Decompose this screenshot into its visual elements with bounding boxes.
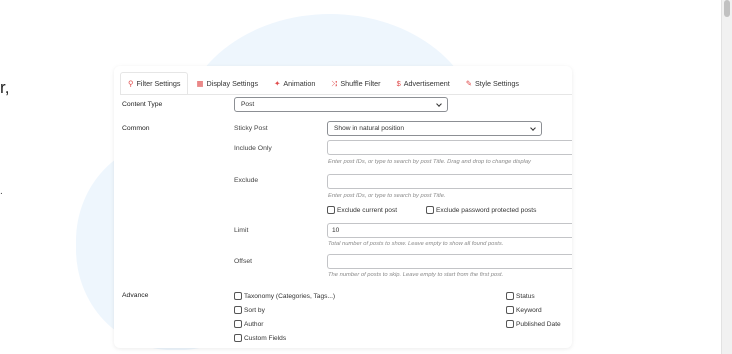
status-checkbox[interactable]: Status — [506, 292, 535, 300]
checkbox-label: Status — [516, 292, 535, 300]
checkbox-label: Author — [244, 320, 264, 328]
settings-panel: ⚲ Filter Settings ▦ Display Settings ✦ A… — [114, 66, 572, 348]
checkbox-label: Custom Fields — [244, 334, 287, 342]
exclude-label: Exclude — [234, 177, 259, 184]
clipped-heading-text: r, — [0, 78, 10, 97]
dollar-icon: $ — [396, 78, 401, 88]
tab-advertisement[interactable]: $ Advertisement — [389, 72, 458, 94]
tab-shuffle-filter[interactable]: ⤨ Shuffle Filter — [323, 72, 388, 94]
checkbox-label: Exclude current post — [337, 206, 398, 214]
content-type-value: Post — [241, 101, 255, 108]
checkbox-box[interactable] — [234, 292, 242, 300]
checkbox-box[interactable] — [506, 306, 514, 314]
sparkle-icon: ✦ — [274, 78, 281, 88]
checkbox-box[interactable] — [506, 320, 514, 328]
limit-help: Total number of posts to show. Leave emp… — [328, 241, 504, 247]
search-icon: ⚲ — [128, 78, 134, 88]
tab-animation[interactable]: ✦ Animation — [266, 72, 323, 94]
page-scrollbar[interactable] — [721, 0, 732, 354]
tab-label: Filter Settings — [136, 79, 181, 88]
published-date-checkbox[interactable]: Published Date — [506, 320, 561, 328]
include-only-help: Enter post IDs, or type to search by pos… — [328, 159, 531, 165]
tab-label: Advertisement — [403, 79, 450, 88]
custom-fields-checkbox[interactable]: Custom Fields — [234, 334, 286, 342]
offset-input[interactable] — [327, 254, 572, 269]
checkbox-label: Exclude password protected posts — [436, 206, 537, 214]
chevron-down-icon — [530, 124, 536, 131]
content-type-label: Content Type — [122, 101, 163, 108]
tab-label: Animation — [283, 79, 316, 88]
checkbox-label: Keyword — [516, 306, 542, 314]
page-background: r, . ⚲ Filter Settings ▦ Display Setting… — [0, 0, 721, 354]
exclude-current-post-checkbox[interactable]: Exclude current post — [327, 206, 397, 214]
sticky-post-label: Sticky Post — [234, 125, 268, 132]
clipped-text: . — [0, 186, 3, 197]
author-checkbox[interactable]: Author — [234, 320, 263, 328]
checkbox-label: Sort by — [244, 306, 265, 314]
scrollbar-thumb[interactable] — [724, 0, 730, 17]
checkbox-box[interactable] — [327, 206, 335, 214]
tab-style-settings[interactable]: ✎ Style Settings — [458, 72, 527, 94]
limit-input[interactable]: 10 — [327, 223, 572, 238]
tab-display-settings[interactable]: ▦ Display Settings — [188, 72, 266, 94]
exclude-help: Enter post IDs, or type to search by pos… — [328, 193, 446, 199]
tab-label: Shuffle Filter — [340, 79, 381, 88]
exclude-input[interactable] — [327, 174, 572, 189]
content-type-select[interactable]: Post — [234, 97, 448, 112]
tab-label: Style Settings — [475, 79, 519, 88]
checkbox-box[interactable] — [234, 320, 242, 328]
include-only-input[interactable] — [327, 140, 572, 155]
checkbox-box[interactable] — [234, 334, 242, 342]
taxonomy-checkbox[interactable]: Taxonomy (Categories, Tags...) — [234, 292, 335, 300]
sticky-post-value: Show in natural position — [334, 125, 405, 132]
offset-help: The number of posts to skip. Leave empty… — [328, 272, 504, 278]
advance-label: Advance — [122, 292, 149, 299]
offset-label: Offset — [234, 258, 253, 265]
sort-by-checkbox[interactable]: Sort by — [234, 306, 265, 314]
brush-icon: ✎ — [465, 78, 472, 88]
keyword-checkbox[interactable]: Keyword — [506, 306, 542, 314]
checkbox-box[interactable] — [506, 292, 514, 300]
tab-label: Display Settings — [206, 79, 259, 88]
checkbox-label: Published Date — [516, 320, 561, 328]
tabs-divider — [120, 94, 572, 95]
grid-icon: ▦ — [196, 78, 204, 88]
checkbox-label: Taxonomy (Categories, Tags...) — [244, 292, 336, 300]
tab-filter-settings[interactable]: ⚲ Filter Settings — [120, 72, 189, 94]
chevron-down-icon — [436, 100, 442, 107]
exclude-protected-posts-checkbox[interactable]: Exclude password protected posts — [426, 206, 536, 214]
checkbox-box[interactable] — [426, 206, 434, 214]
sticky-post-select[interactable]: Show in natural position — [327, 121, 542, 136]
shuffle-icon: ⤨ — [331, 78, 338, 88]
common-label: Common — [122, 125, 150, 132]
include-only-label: Include Only — [234, 145, 272, 152]
limit-label: Limit — [234, 227, 249, 234]
checkbox-box[interactable] — [234, 306, 242, 314]
settings-tabs: ⚲ Filter Settings ▦ Display Settings ✦ A… — [120, 72, 527, 94]
